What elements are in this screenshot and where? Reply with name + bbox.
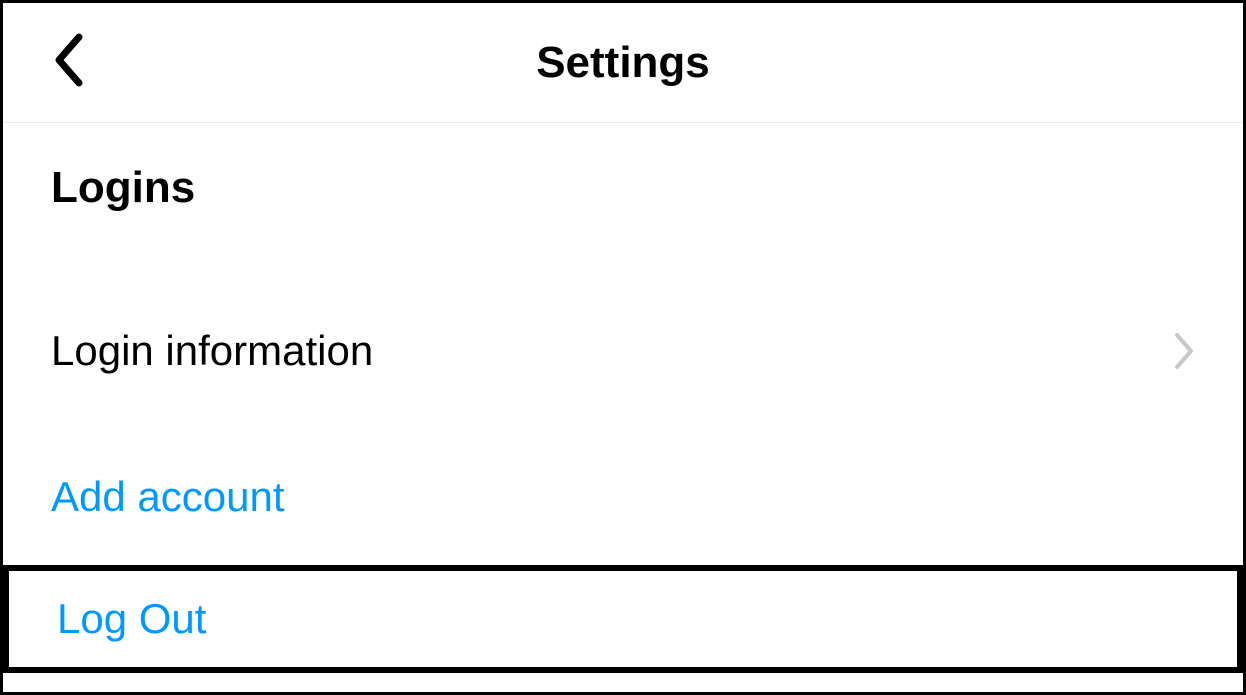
chevron-left-icon xyxy=(51,31,87,94)
chevron-right-icon xyxy=(1173,331,1195,371)
row-log-out[interactable]: Log Out xyxy=(57,589,1189,649)
header: Settings xyxy=(3,3,1243,123)
row-add-account[interactable]: Add account xyxy=(51,449,1195,545)
row-label-add-account: Add account xyxy=(51,473,285,521)
row-label-login-information: Login information xyxy=(51,327,373,375)
spacer xyxy=(51,399,1195,449)
back-button[interactable] xyxy=(51,31,87,94)
row-label-log-out: Log Out xyxy=(57,595,206,643)
page-title: Settings xyxy=(51,38,1195,88)
section-title-logins: Logins xyxy=(51,163,1195,213)
row-login-information[interactable]: Login information xyxy=(51,303,1195,399)
highlight-box: Log Out xyxy=(3,565,1243,673)
content: Logins Login information Add account Log… xyxy=(3,123,1243,673)
